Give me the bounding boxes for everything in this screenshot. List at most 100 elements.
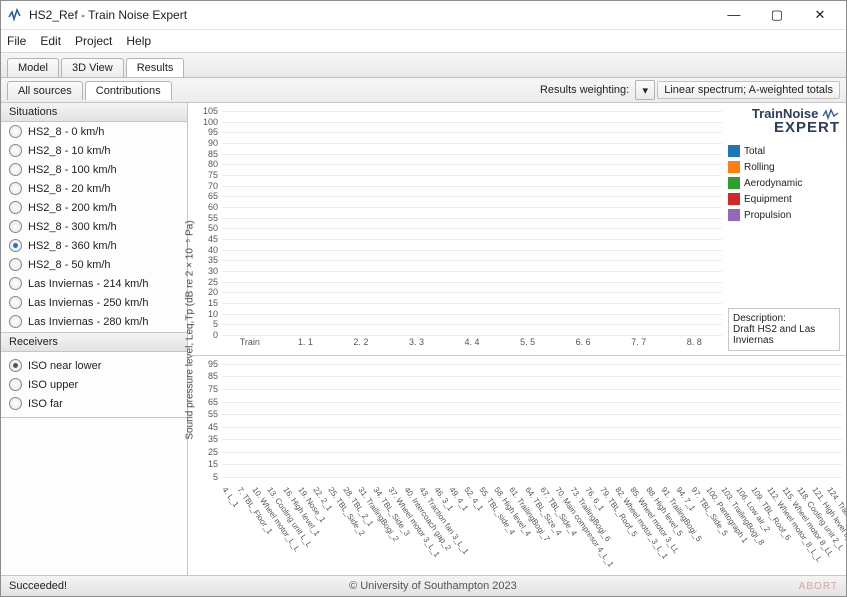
receiver-label: ISO upper (28, 379, 78, 391)
radio-icon (9, 182, 22, 195)
subtab-contributions[interactable]: Contributions (85, 81, 172, 100)
situation-item[interactable]: HS2_8 - 360 km/h (1, 236, 187, 255)
situation-label: HS2_8 - 20 km/h (28, 183, 111, 195)
situation-item[interactable]: HS2_8 - 20 km/h (1, 179, 187, 198)
x-label: 2. 2 (353, 337, 368, 347)
situation-label: HS2_8 - 300 km/h (28, 221, 117, 233)
situations-header: Situations (1, 103, 187, 122)
legend: Total Rolling Aerodynamic Equipment Propulsi… (728, 145, 840, 221)
situation-item[interactable]: HS2_8 - 100 km/h (1, 160, 187, 179)
menu-file[interactable]: File (7, 34, 26, 48)
close-button[interactable]: ✕ (800, 4, 840, 26)
status-bar: Succeeded! © University of Southampton 2… (1, 575, 846, 596)
x-label: 7. 7 (631, 337, 646, 347)
situation-item[interactable]: HS2_8 - 0 km/h (1, 122, 187, 141)
menu-bar: File Edit Project Help (1, 30, 846, 52)
legend-swatch (728, 145, 740, 157)
main-tabs: Model 3D View Results (1, 52, 846, 78)
menu-edit[interactable]: Edit (40, 34, 61, 48)
status-left: Succeeded! (9, 580, 67, 592)
x-label: 1. 1 (298, 337, 313, 347)
situation-label: Las Inviernas - 214 km/h (28, 278, 148, 290)
menu-project[interactable]: Project (75, 34, 112, 48)
description-title: Description: (733, 313, 835, 324)
x-label: 4. 4 (465, 337, 480, 347)
vehicle-chart: 0510152025303540455055606570758085909510… (222, 111, 722, 335)
radio-icon (9, 258, 22, 271)
description-body: Draft HS2 and Las Inviernas (733, 324, 835, 346)
legend-label: Total (744, 146, 765, 157)
app-icon (7, 7, 23, 23)
window-controls: — ▢ ✕ (714, 4, 840, 27)
legend-label: Propulsion (744, 210, 791, 221)
description-box: Description: Draft HS2 and Las Inviernas (728, 308, 840, 351)
bottom-chart-row: 51525354555657585954. L_17. TBL_Floor_11… (188, 356, 846, 575)
left-column: Situations HS2_8 - 0 km/h HS2_8 - 10 km/h… (1, 103, 188, 575)
x-label: 8. 8 (687, 337, 702, 347)
legend-item: Rolling (728, 161, 840, 173)
radio-icon (9, 359, 22, 372)
radio-icon (9, 125, 22, 138)
tab-results[interactable]: Results (126, 58, 185, 77)
logo: TrainNoise EXPERT (728, 107, 840, 135)
legend-item: Total (728, 145, 840, 157)
legend-item: Propulsion (728, 209, 840, 221)
radio-icon (9, 277, 22, 290)
logo-sub: EXPERT (774, 119, 840, 136)
legend-label: Equipment (744, 194, 792, 205)
x-label: Train (240, 337, 260, 347)
subtab-all-sources[interactable]: All sources (7, 81, 83, 100)
legend-swatch (728, 209, 740, 221)
receiver-label: ISO far (28, 398, 63, 410)
situations-list[interactable]: HS2_8 - 0 km/h HS2_8 - 10 km/h HS2_8 - 100… (1, 122, 187, 332)
radio-icon (9, 378, 22, 391)
weighting-dropdown[interactable]: ▾ (635, 80, 655, 100)
radio-icon (9, 201, 22, 214)
legend-item: Aerodynamic (728, 177, 840, 189)
x-label: 6. 6 (576, 337, 591, 347)
situation-item[interactable]: HS2_8 - 200 km/h (1, 198, 187, 217)
situation-label: HS2_8 - 360 km/h (28, 240, 117, 252)
source-chart: 51525354555657585954. L_17. TBL_Floor_11… (222, 364, 842, 483)
results-subtabs: All sources Contributions Results weight… (1, 78, 846, 103)
situation-item[interactable]: Las Inviernas - 300 km/h (1, 331, 187, 332)
right-info: TrainNoise EXPERT Total Rolling Aerodynami… (726, 103, 846, 355)
situation-label: Las Inviernas - 280 km/h (28, 316, 148, 328)
radio-icon (9, 296, 22, 309)
top-chart-row: 0510152025303540455055606570758085909510… (188, 103, 846, 356)
receiver-item[interactable]: ISO far (1, 394, 187, 413)
weighting-label: Results weighting: (540, 84, 629, 96)
radio-icon (9, 315, 22, 328)
maximize-button[interactable]: ▢ (757, 4, 797, 26)
status-center: © University of Southampton 2023 (67, 580, 799, 592)
x-label: 5. 5 (520, 337, 535, 347)
receiver-item[interactable]: ISO upper (1, 375, 187, 394)
radio-icon (9, 220, 22, 233)
situation-label: Las Inviernas - 250 km/h (28, 297, 148, 309)
situation-item[interactable]: HS2_8 - 10 km/h (1, 141, 187, 160)
radio-icon (9, 144, 22, 157)
situation-item[interactable]: HS2_8 - 300 km/h (1, 217, 187, 236)
radio-icon (9, 239, 22, 252)
abort-button[interactable]: ABORT (799, 581, 838, 592)
legend-label: Aerodynamic (744, 178, 802, 189)
legend-item: Equipment (728, 193, 840, 205)
situation-label: HS2_8 - 100 km/h (28, 164, 117, 176)
receivers-panel: Receivers ISO near lowerISO upperISO far (1, 333, 187, 418)
title-bar: HS2_Ref - Train Noise Expert — ▢ ✕ (1, 1, 846, 30)
situation-item[interactable]: HS2_8 - 50 km/h (1, 255, 187, 274)
legend-swatch (728, 161, 740, 173)
situation-item[interactable]: Las Inviernas - 280 km/h (1, 312, 187, 331)
situation-label: HS2_8 - 0 km/h (28, 126, 104, 138)
receiver-item[interactable]: ISO near lower (1, 356, 187, 375)
legend-label: Rolling (744, 162, 775, 173)
minimize-button[interactable]: — (714, 4, 754, 26)
weighting-value: Linear spectrum; A-weighted totals (657, 81, 840, 99)
receiver-label: ISO near lower (28, 360, 101, 372)
situation-item[interactable]: Las Inviernas - 250 km/h (1, 293, 187, 312)
situation-item[interactable]: Las Inviernas - 214 km/h (1, 274, 187, 293)
tab-3dview[interactable]: 3D View (61, 58, 124, 77)
situation-label: HS2_8 - 200 km/h (28, 202, 117, 214)
menu-help[interactable]: Help (126, 34, 151, 48)
tab-model[interactable]: Model (7, 58, 59, 77)
